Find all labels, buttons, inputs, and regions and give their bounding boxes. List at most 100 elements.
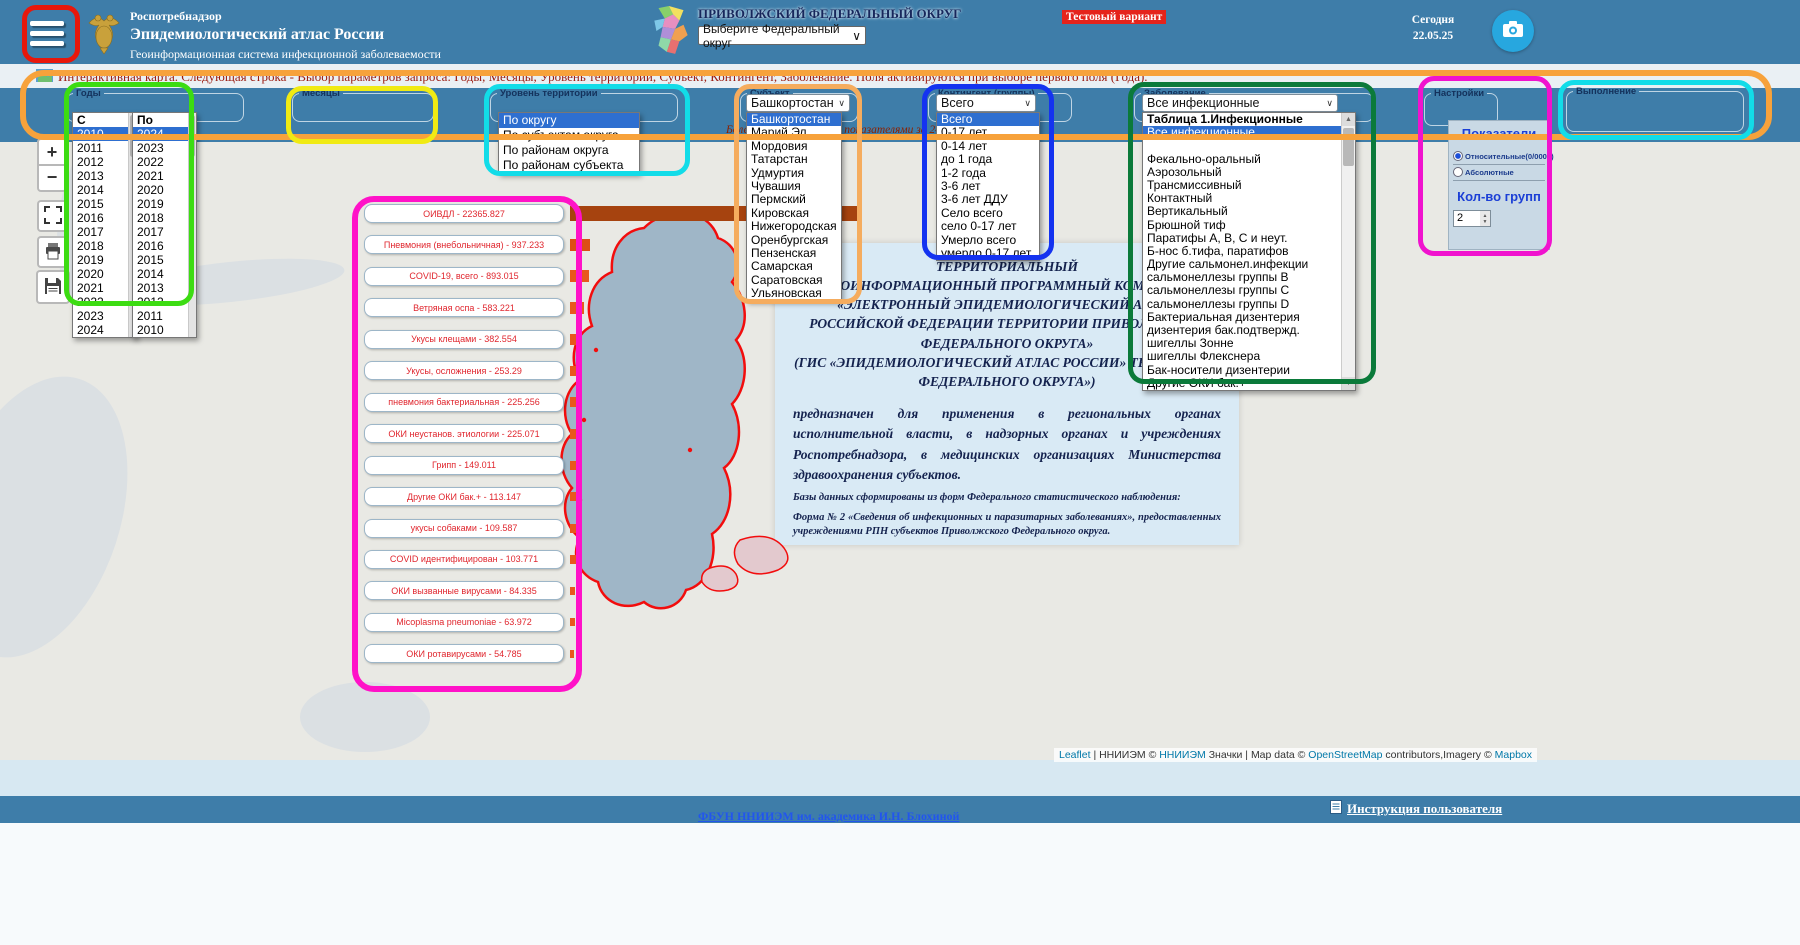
- ranking-item[interactable]: ОКИ неустанов. этиологии - 225.071: [364, 424, 564, 443]
- dropdown-option[interactable]: сальмонеллезы группы D: [1143, 298, 1342, 311]
- dropdown-option[interactable]: 2011: [73, 141, 129, 155]
- dropdown-option[interactable]: По округу: [499, 113, 639, 128]
- dropdown-option[interactable]: сальмонеллезы группы С: [1143, 284, 1342, 297]
- ranking-item[interactable]: ОКИ ротавирусами - 54.785: [364, 644, 564, 663]
- dropdown-option[interactable]: Самарская: [747, 260, 841, 273]
- dropdown-option[interactable]: 2019: [73, 253, 129, 267]
- ranking-item[interactable]: ОИВДЛ - 22365.827: [364, 204, 564, 223]
- dropdown-option[interactable]: Вертикальный: [1143, 205, 1342, 218]
- dropdown-option[interactable]: 2021: [133, 169, 189, 183]
- scrollbar[interactable]: ▲▼: [1341, 113, 1355, 390]
- dropdown-option[interactable]: до 1 года: [937, 153, 1039, 166]
- dropdown-option[interactable]: Бак-носители дизентерии: [1143, 364, 1342, 377]
- dropdown-option[interactable]: 0-14 лет: [937, 140, 1039, 153]
- dropdown-option[interactable]: Всего: [937, 113, 1039, 126]
- attribution-link[interactable]: Mapbox: [1495, 749, 1532, 761]
- scrollbar[interactable]: [188, 113, 196, 337]
- dropdown-option[interactable]: Контактный: [1143, 192, 1342, 205]
- dropdown-option[interactable]: 2013: [73, 169, 129, 183]
- dropdown-option[interactable]: [1143, 139, 1342, 152]
- dropdown-option[interactable]: 2012: [73, 155, 129, 169]
- dropdown-option[interactable]: 2010: [133, 323, 189, 337]
- dropdown-option[interactable]: Б-нос б.тифа, паратифов: [1143, 245, 1342, 258]
- dropdown-option[interactable]: 2023: [133, 141, 189, 155]
- dropdown-option[interactable]: шигеллы Зонне: [1143, 337, 1342, 350]
- attribution-link[interactable]: ННИИЭМ: [1159, 749, 1206, 761]
- dropdown-option[interactable]: Фекально-оральный: [1143, 153, 1342, 166]
- dropdown-option[interactable]: 2014: [73, 183, 129, 197]
- dropdown-option[interactable]: 2023: [73, 309, 129, 323]
- dropdown-option[interactable]: Бактериальная дизентерия: [1143, 311, 1342, 324]
- territory-dropdown[interactable]: По округуПо субъектам округаПо районам о…: [498, 112, 640, 174]
- ranking-item[interactable]: Ветряная оспа - 583.221: [364, 298, 564, 317]
- dropdown-option[interactable]: По субъектам округа: [499, 128, 639, 143]
- dropdown-option[interactable]: 2017: [133, 225, 189, 239]
- menu-button[interactable]: [30, 12, 74, 54]
- dropdown-option[interactable]: По районам субъекта: [499, 158, 639, 173]
- year-to-dropdown[interactable]: По20242023202220212020201920182017201620…: [132, 112, 197, 338]
- dropdown-option[interactable]: 2020: [133, 183, 189, 197]
- dropdown-option[interactable]: 2016: [133, 239, 189, 253]
- dropdown-option[interactable]: 2011: [133, 309, 189, 323]
- dropdown-option[interactable]: 2013: [133, 281, 189, 295]
- spinner-arrows-icon[interactable]: ▲▼: [1480, 211, 1490, 226]
- year-from-dropdown[interactable]: С201020112012201320142015201620172018201…: [72, 112, 137, 338]
- disease-dropdown[interactable]: ▲▼ Таблица 1.ИнфекционныеВсе инфекционны…: [1142, 112, 1356, 391]
- ranking-item[interactable]: Пневмония (внебольничная) - 937.233: [364, 235, 564, 254]
- dropdown-option[interactable]: Брюшной тиф: [1143, 219, 1342, 232]
- dropdown-option[interactable]: 2022: [133, 155, 189, 169]
- dropdown-option[interactable]: Пермский: [747, 193, 841, 206]
- dropdown-option[interactable]: Чувашия: [747, 180, 841, 193]
- absolute-radio[interactable]: Абсолютные: [1453, 165, 1545, 181]
- dropdown-option[interactable]: Башкортостан: [747, 113, 841, 126]
- dropdown-option[interactable]: 2010: [73, 127, 129, 141]
- dropdown-option[interactable]: Ульяновская: [747, 287, 841, 300]
- dropdown-option[interactable]: 2012: [133, 295, 189, 309]
- ranking-item[interactable]: укусы собаками - 109.587: [364, 519, 564, 538]
- dropdown-option[interactable]: дизентерия бак.подтвержд.: [1143, 324, 1342, 337]
- dropdown-option[interactable]: Марий Эл: [747, 126, 841, 139]
- dropdown-option[interactable]: Удмуртия: [747, 167, 841, 180]
- dropdown-option[interactable]: 2021: [73, 281, 129, 295]
- ranking-item[interactable]: Другие ОКИ бак.+ - 113.147: [364, 487, 564, 506]
- ranking-item[interactable]: Micoplasma pneumoniae - 63.972: [364, 613, 564, 632]
- ranking-item[interactable]: Грипп - 149.011: [364, 456, 564, 475]
- fullscreen-button[interactable]: [37, 200, 69, 232]
- dropdown-option[interactable]: Мордовия: [747, 140, 841, 153]
- dropdown-option[interactable]: Другие сальмонел.инфекции: [1143, 258, 1342, 271]
- dropdown-option[interactable]: 3-6 лет ДДУ: [937, 193, 1039, 206]
- dropdown-option[interactable]: 1-2 года: [937, 167, 1039, 180]
- ranking-item[interactable]: Укусы клещами - 382.554: [364, 330, 564, 349]
- dropdown-option[interactable]: 2015: [133, 253, 189, 267]
- dropdown-option[interactable]: 2017: [73, 225, 129, 239]
- dropdown-option[interactable]: По районам округа: [499, 143, 639, 158]
- dropdown-option[interactable]: Саратовская: [747, 274, 841, 287]
- dropdown-option[interactable]: 0-17 лет: [937, 126, 1039, 139]
- dropdown-option[interactable]: Село всего: [937, 207, 1039, 220]
- zoom-in-button[interactable]: +: [37, 138, 67, 164]
- federal-district-select[interactable]: Выберите Федеральный округ ∨: [698, 26, 866, 45]
- ranking-item[interactable]: COVID идентифицирован - 103.771: [364, 550, 564, 569]
- dropdown-option[interactable]: 2015: [73, 197, 129, 211]
- disease-select[interactable]: Все инфекционные∨: [1142, 94, 1338, 112]
- dropdown-option[interactable]: Пензенская: [747, 247, 841, 260]
- screenshot-button[interactable]: [1492, 10, 1534, 52]
- dropdown-option[interactable]: Оренбургская: [747, 234, 841, 247]
- dropdown-option[interactable]: 2014: [133, 267, 189, 281]
- dropdown-option[interactable]: 2019: [133, 197, 189, 211]
- dropdown-option[interactable]: 2016: [73, 211, 129, 225]
- ranking-item[interactable]: Укусы, осложнения - 253.29: [364, 361, 564, 380]
- ranking-item[interactable]: ОКИ вызванные вирусами - 84.335: [364, 581, 564, 600]
- dropdown-option[interactable]: сальмонеллезы группы В: [1143, 271, 1342, 284]
- dropdown-option[interactable]: 2018: [73, 239, 129, 253]
- dropdown-option[interactable]: Нижегородская: [747, 220, 841, 233]
- dropdown-option[interactable]: 3-6 лет: [937, 180, 1039, 193]
- attribution-link[interactable]: Leaflet: [1059, 749, 1091, 761]
- attribution-link[interactable]: OpenStreetMap: [1308, 749, 1382, 761]
- dropdown-option[interactable]: Татарстан: [747, 153, 841, 166]
- groups-count-input[interactable]: 2 ▲▼: [1453, 210, 1491, 227]
- zoom-out-button[interactable]: −: [37, 164, 67, 192]
- ranking-item[interactable]: COVID-19, всего - 893.015: [364, 267, 564, 286]
- dropdown-option[interactable]: умерло 0-17 лет: [937, 247, 1039, 260]
- dropdown-option[interactable]: село 0-17 лет: [937, 220, 1039, 233]
